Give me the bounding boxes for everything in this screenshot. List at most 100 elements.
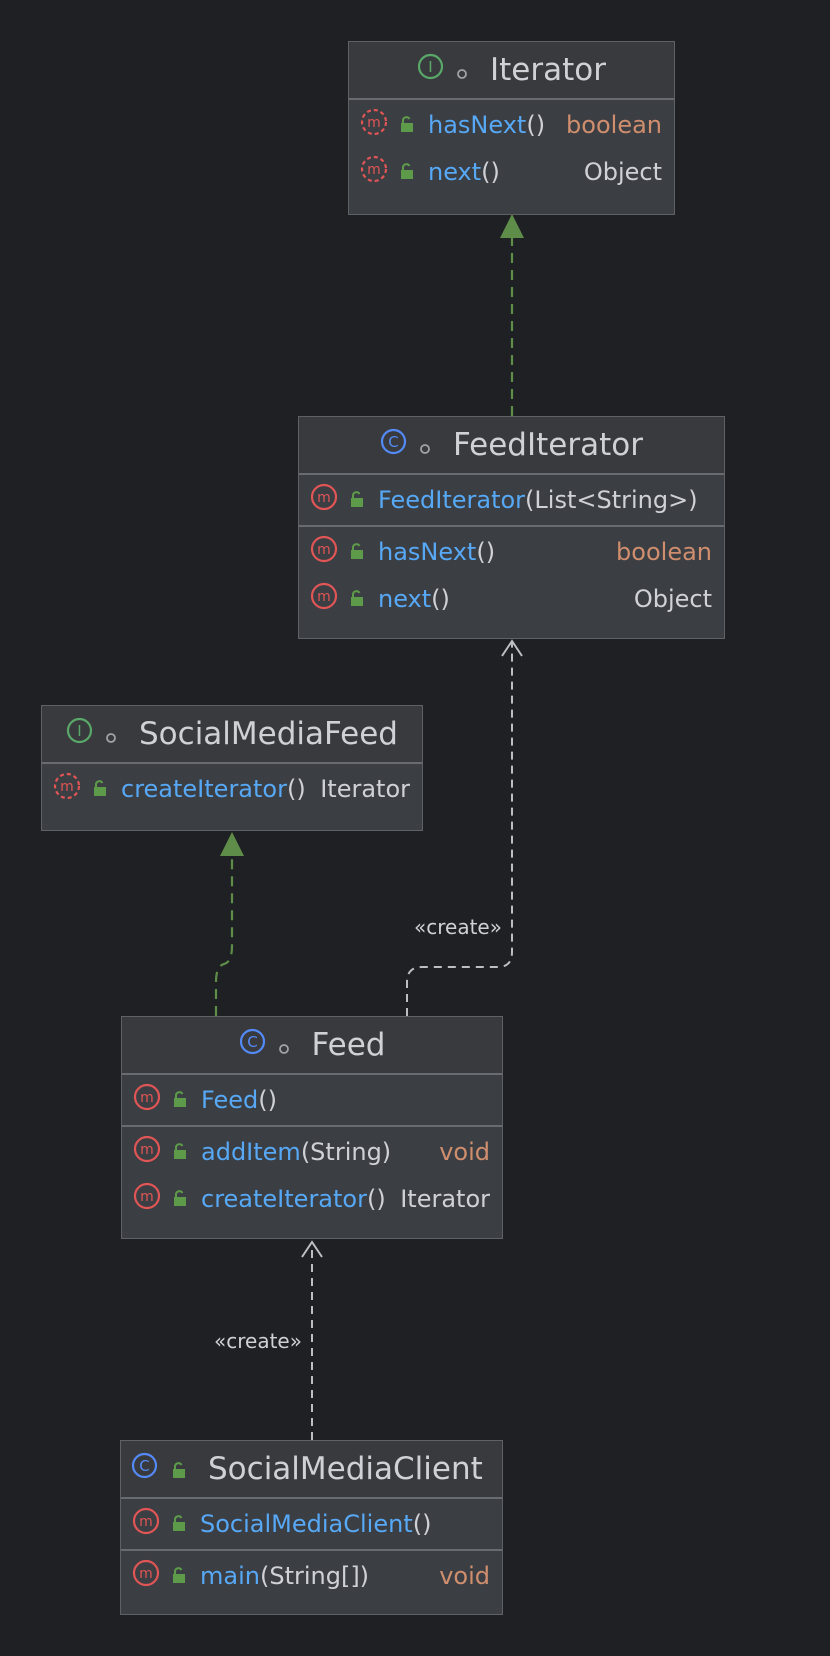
svg-text:I: I bbox=[77, 722, 81, 740]
return-type: Iterator bbox=[400, 1184, 490, 1213]
method-row[interactable]: m next() Object bbox=[349, 148, 674, 195]
constructor-name: SocialMediaClient bbox=[200, 1509, 413, 1538]
return-type: Iterator bbox=[320, 774, 410, 803]
package-visibility-icon bbox=[419, 427, 431, 463]
method-icon: m bbox=[310, 483, 338, 517]
method-row[interactable]: m main (String[]) void bbox=[121, 1552, 502, 1599]
constructor-row[interactable]: m FeedIterator (List<String>) bbox=[299, 476, 724, 523]
method-params: (String[]) bbox=[259, 1561, 370, 1590]
class-box-feed[interactable]: C Feed m Feed() m addItem (String) void m… bbox=[121, 1016, 503, 1239]
box-title: SocialMediaClient bbox=[208, 1451, 483, 1487]
method-params: () bbox=[431, 584, 450, 613]
method-params: () bbox=[476, 537, 496, 566]
edge-label-create: «create» bbox=[414, 915, 502, 939]
method-name: next bbox=[378, 584, 432, 613]
public-lock-icon bbox=[171, 1086, 187, 1114]
abstract-method-icon: m bbox=[360, 108, 388, 142]
method-icon: m bbox=[132, 1507, 160, 1541]
method-icon: m bbox=[133, 1135, 161, 1169]
svg-text:m: m bbox=[139, 1514, 153, 1530]
box-title: Iterator bbox=[490, 52, 606, 88]
public-lock-icon bbox=[170, 1510, 186, 1538]
method-params: (String) bbox=[300, 1137, 392, 1166]
method-name: hasNext bbox=[378, 537, 477, 566]
public-lock-icon bbox=[170, 1451, 186, 1487]
method-name: next bbox=[428, 157, 482, 186]
box-header: I Iterator bbox=[349, 42, 674, 100]
public-lock-icon bbox=[348, 538, 364, 566]
realization-arrowhead bbox=[500, 214, 524, 238]
svg-text:m: m bbox=[60, 779, 74, 795]
svg-text:m: m bbox=[317, 589, 331, 605]
package-visibility-icon bbox=[105, 716, 117, 752]
method-params: () bbox=[366, 1184, 386, 1213]
edge-feed-implements-socialmediafeed bbox=[214, 856, 234, 1016]
method-row[interactable]: m next() Object bbox=[299, 575, 724, 622]
svg-text:m: m bbox=[140, 1142, 154, 1158]
class-icon: C bbox=[131, 1451, 158, 1487]
box-title: FeedIterator bbox=[453, 427, 643, 463]
return-type: void bbox=[439, 1561, 490, 1590]
constructor-row[interactable]: m Feed() bbox=[122, 1076, 502, 1123]
method-icon: m bbox=[310, 535, 338, 569]
svg-text:m: m bbox=[317, 542, 331, 558]
edge-label-create: «create» bbox=[214, 1329, 302, 1353]
method-row[interactable]: m hasNext() boolean bbox=[349, 101, 674, 148]
package-visibility-icon bbox=[456, 52, 468, 88]
method-params: () bbox=[286, 774, 306, 803]
method-params: () bbox=[526, 110, 546, 139]
package-visibility-icon bbox=[278, 1027, 290, 1063]
box-title: SocialMediaFeed bbox=[139, 716, 398, 752]
public-lock-icon bbox=[91, 775, 107, 803]
constructor-row[interactable]: m SocialMediaClient() bbox=[121, 1500, 502, 1547]
svg-text:m: m bbox=[317, 490, 331, 506]
method-row[interactable]: m hasNext() boolean bbox=[299, 528, 724, 575]
interface-icon: I bbox=[66, 716, 93, 752]
public-lock-icon bbox=[398, 111, 414, 139]
box-header: C FeedIterator bbox=[299, 417, 724, 475]
realization-arrowhead bbox=[220, 832, 244, 856]
constructor-name: Feed bbox=[201, 1085, 259, 1114]
method-name: main bbox=[200, 1561, 260, 1590]
method-icon: m bbox=[132, 1559, 160, 1593]
method-row[interactable]: m createIterator() Iterator bbox=[122, 1175, 502, 1222]
box-header: I SocialMediaFeed bbox=[42, 706, 422, 764]
method-icon: m bbox=[133, 1083, 161, 1117]
interface-icon: I bbox=[417, 52, 444, 88]
svg-text:m: m bbox=[140, 1090, 154, 1106]
box-title: Feed bbox=[311, 1027, 386, 1063]
public-lock-icon bbox=[171, 1185, 187, 1213]
interface-box-socialmediafeed[interactable]: I SocialMediaFeed m createIterator() Ite… bbox=[41, 705, 423, 831]
interface-box-iterator[interactable]: I Iterator m hasNext() boolean m next() … bbox=[348, 41, 675, 215]
public-lock-icon bbox=[348, 585, 364, 613]
box-header: C SocialMediaClient bbox=[121, 1441, 502, 1499]
public-lock-icon bbox=[348, 486, 364, 514]
method-name: hasNext bbox=[428, 110, 527, 139]
return-type: Object bbox=[633, 584, 712, 613]
public-lock-icon bbox=[398, 158, 414, 186]
constructor-params: () bbox=[412, 1509, 432, 1538]
return-type: boolean bbox=[566, 110, 662, 139]
svg-text:m: m bbox=[139, 1566, 153, 1582]
method-row[interactable]: m addItem (String) void bbox=[122, 1128, 502, 1175]
svg-text:C: C bbox=[247, 1033, 257, 1051]
class-icon: C bbox=[239, 1027, 266, 1063]
method-row[interactable]: m createIterator() Iterator bbox=[42, 765, 422, 812]
return-type: Object bbox=[583, 157, 662, 186]
svg-text:I: I bbox=[428, 58, 432, 76]
public-lock-icon bbox=[170, 1562, 186, 1590]
method-name: createIterator bbox=[121, 774, 287, 803]
method-params: () bbox=[481, 157, 500, 186]
public-lock-icon bbox=[171, 1138, 187, 1166]
class-icon: C bbox=[380, 427, 407, 463]
abstract-method-icon: m bbox=[53, 772, 81, 806]
svg-text:C: C bbox=[388, 433, 398, 451]
class-box-socialmediaclient[interactable]: C SocialMediaClient m SocialMediaClient(… bbox=[120, 1440, 503, 1615]
constructor-name: FeedIterator bbox=[378, 485, 526, 514]
box-header: C Feed bbox=[122, 1017, 502, 1075]
constructor-params: (List<String>) bbox=[525, 485, 698, 514]
class-box-feediterator[interactable]: C FeedIterator m FeedIterator (List<Strin… bbox=[298, 416, 725, 639]
method-name: addItem bbox=[201, 1137, 301, 1166]
return-type: void bbox=[439, 1137, 490, 1166]
method-name: createIterator bbox=[201, 1184, 367, 1213]
